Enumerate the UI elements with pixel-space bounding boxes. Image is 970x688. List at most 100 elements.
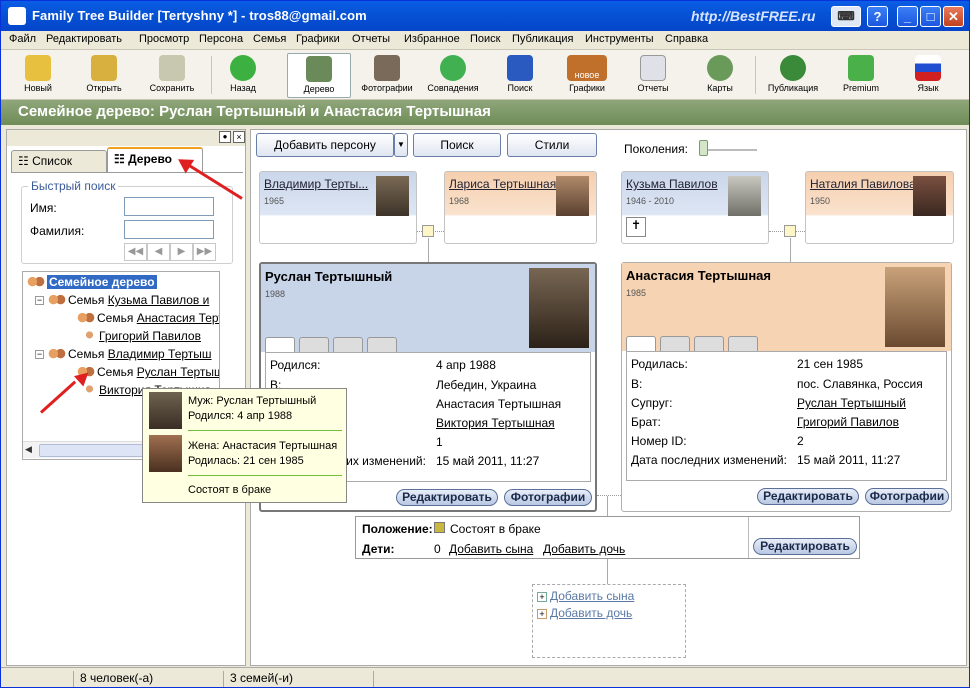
prev-result-icon[interactable]: ◀ [147,243,170,261]
back-button[interactable]: Назад [217,53,269,98]
tab-info[interactable] [265,337,295,352]
tab-photos[interactable] [728,336,758,351]
premium-button[interactable]: Premium [831,53,891,98]
search-button-main[interactable]: Поиск [413,133,501,157]
help-button[interactable]: ? [867,6,888,27]
photos-button[interactable]: Фотографии [355,53,419,98]
add-person-dropdown[interactable]: ▼ [394,133,408,157]
family-icon [48,293,66,308]
next-result-icon[interactable]: ▶ [170,243,193,261]
generations-slider[interactable] [699,140,757,156]
family-panel: Положение: Состоят в браке Дети: 0 Добав… [355,516,860,559]
parent-card-natalia[interactable]: Наталия Павилова 1950 [805,171,954,244]
tree-node-family-vladimir[interactable]: − Семья Владимир Тертыш [35,347,212,362]
tab-events[interactable] [333,337,363,352]
edit-family-button[interactable]: Редактировать [753,538,857,555]
menu-file[interactable]: Файл [9,33,36,45]
app-icon [8,7,26,25]
tree-root[interactable]: Семейное дерево [27,275,157,290]
menu-tools[interactable]: Инструменты [585,33,654,45]
collapse-icon[interactable]: − [35,296,44,306]
open-button[interactable]: Открыть [75,53,133,98]
last-result-icon[interactable]: ▶▶ [193,243,216,261]
add-daughter-link[interactable]: Добавить дочь [543,542,625,556]
spouse-link[interactable]: Руслан Тертышный [797,396,906,410]
minimize-button[interactable]: _ [897,6,918,27]
scroll-left-icon[interactable]: ◀ [25,444,32,455]
first-name-input[interactable] [124,197,214,216]
chevron-down-icon: ▼ [397,140,405,149]
add-person-button[interactable]: Добавить персону [256,133,394,157]
save-button[interactable]: Сохранить [141,53,203,98]
tree-node-family-ruslan[interactable]: Семья Руслан Тертыш [77,365,219,380]
menu-favorites[interactable]: Избранное [404,33,460,45]
new-button[interactable]: Новый [9,53,67,98]
tab-list[interactable]: ☷ Список [11,150,107,172]
menu-publish[interactable]: Публикация [512,33,573,45]
parent-card-vladimir[interactable]: Владимир Терты... 1965 [259,171,417,244]
photos-button-card[interactable]: Фотографии [504,489,592,506]
charts-button[interactable]: новое Графики [557,53,617,98]
card-header: Руслан Тертышный 1988 [261,264,595,352]
tab-info[interactable] [626,336,656,351]
divider [748,517,749,558]
refresh-icon [440,55,466,81]
tree-node-family-kuzma[interactable]: − Семья Кузьма Павилов и [35,293,209,308]
menu-search[interactable]: Поиск [470,33,500,45]
menu-reports[interactable]: Отчеты [352,33,390,45]
edit-button[interactable]: Редактировать [757,488,859,505]
photos-button-card[interactable]: Фотографии [865,488,949,505]
person-photo [376,176,409,216]
matches-button[interactable]: Совпадения [421,53,485,98]
menu-person[interactable]: Персона [199,33,243,45]
publish-button[interactable]: Публикация [759,53,827,98]
parent-card-larisa[interactable]: Лариса Тертышная 1968 [444,171,597,244]
menu-charts[interactable]: Графики [296,33,340,45]
person-card-wife[interactable]: Анастасия Тертышная 1985 Родилась: 21 сен… [621,262,952,512]
slider-thumb[interactable] [699,140,708,156]
language-button[interactable]: Язык [899,53,957,98]
add-daughter-item[interactable]: + Добавить дочь [537,606,632,620]
tab-family[interactable] [299,337,329,352]
add-son-link[interactable]: Добавить сына [449,542,533,556]
styles-button[interactable]: Стили [507,133,597,157]
edit-button[interactable]: Редактировать [396,489,498,506]
keyboard-icon[interactable]: ⌨ [831,6,861,27]
person-photo [728,176,761,216]
search-button[interactable]: Поиск [491,53,549,98]
menu-edit[interactable]: Редактировать [46,33,122,45]
close-panel-icon[interactable]: × [233,131,245,143]
menu-view[interactable]: Просмотр [139,33,189,45]
add-son-item[interactable]: + Добавить сына [537,589,634,603]
reports-button[interactable]: Отчеты [623,53,683,98]
menu-family[interactable]: Семья [253,33,286,45]
tree-node-grigory[interactable]: Григорий Павилов [83,329,201,344]
plus-icon: + [537,591,547,602]
family-icon [27,275,45,290]
maximize-button[interactable]: □ [920,6,941,27]
first-result-icon[interactable]: ◀◀ [124,243,147,261]
child-link[interactable]: Виктория Тертышная [436,416,555,430]
tree-button[interactable]: Дерево [287,53,351,98]
tree-node-family-anastasia[interactable]: Семья Анастасия Терты [77,311,219,326]
card-body: Родилась: 21 сен 1985 В: пос. Славянка, Ро… [626,351,947,481]
search-nav: ◀◀ ◀ ▶ ▶▶ [124,243,216,261]
menu-help[interactable]: Справка [665,33,708,45]
back-arrow-icon [230,55,256,81]
tab-family[interactable] [660,336,690,351]
status-bar: 8 человек(-а) 3 семей(-и) [1,667,969,687]
marriage-rings-icon[interactable] [784,225,796,237]
pin-icon[interactable]: ● [219,131,231,143]
last-name-input[interactable] [124,220,214,239]
collapse-icon[interactable]: − [35,350,44,360]
brother-link[interactable]: Григорий Павилов [797,415,899,429]
watermark: http://BestFREE.ru [691,8,816,24]
left-panel-header: ● × [7,130,245,146]
maps-button[interactable]: Карты [691,53,749,98]
marriage-rings-icon[interactable] [422,225,434,237]
parent-card-kuzma[interactable]: Кузьма Павилов 1946 - 2010 ✝ [621,171,769,244]
close-button[interactable]: ✕ [943,6,964,27]
family-tooltip: Муж: Руслан Тертышный Родился: 4 апр 198… [142,388,347,503]
tab-photos[interactable] [367,337,397,352]
tab-events[interactable] [694,336,724,351]
